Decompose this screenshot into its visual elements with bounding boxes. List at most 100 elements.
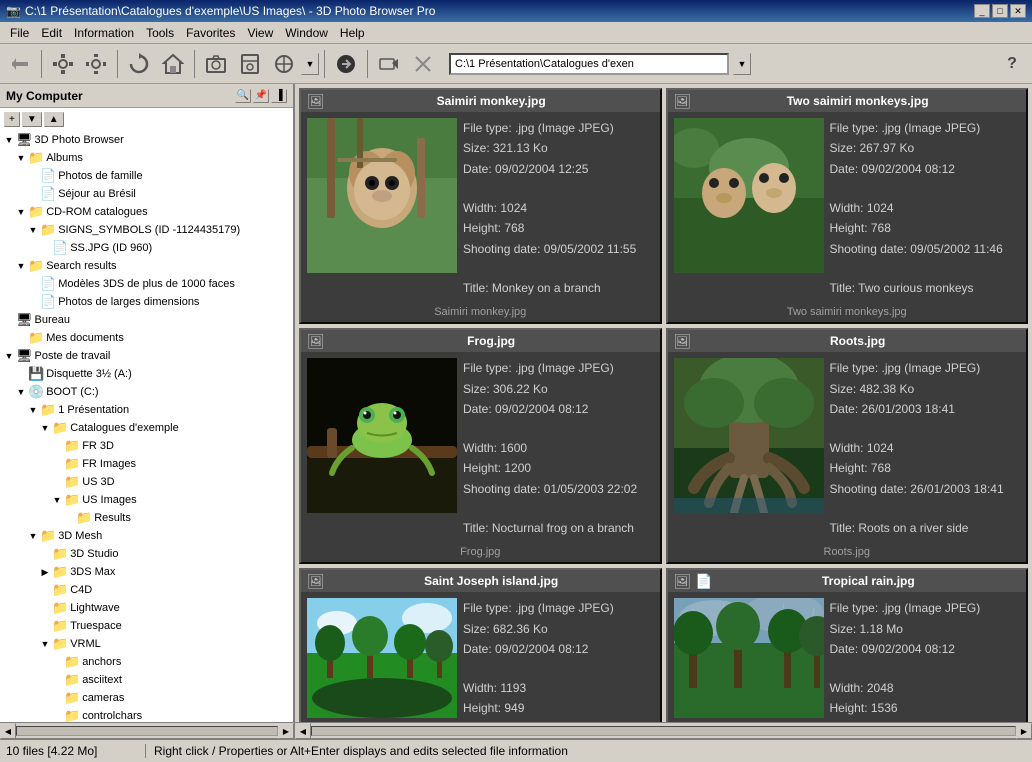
tree-item-c4d[interactable]: 📁 C4D bbox=[2, 581, 291, 599]
tree-item-search[interactable]: ▼ 📁 Search results bbox=[2, 257, 291, 275]
gallery-scroll-wrap[interactable]: 🖼 Saimiri monkey.jpg bbox=[295, 84, 1032, 722]
menu-tools[interactable]: Tools bbox=[140, 24, 180, 42]
menu-help[interactable]: Help bbox=[334, 24, 371, 42]
gallery-card-5[interactable]: 🖼 Saint Joseph island.jpg bbox=[299, 568, 662, 722]
tree-toggle-3dmesh[interactable]: ▼ bbox=[28, 531, 38, 541]
tree-item-disquette[interactable]: 💾 Disquette 3½ (A:) bbox=[2, 365, 291, 383]
tree-item-sejour[interactable]: 📄 Séjour au Brésil bbox=[2, 185, 291, 203]
tree-item-ss[interactable]: 📄 SS.JPG (ID 960) bbox=[2, 239, 291, 257]
tree-item-signs[interactable]: ▼ 📁 SIGNS_SYMBOLS (ID -1124435179) bbox=[2, 221, 291, 239]
h-scroll-right-btn1[interactable]: ▶ bbox=[278, 723, 294, 739]
tree-toggle-boot[interactable]: ▼ bbox=[16, 387, 26, 397]
toolbar-home-button[interactable] bbox=[157, 48, 189, 80]
tree-toggle-us-images[interactable]: ▼ bbox=[52, 495, 62, 505]
toolbar-settings2-button[interactable] bbox=[80, 48, 112, 80]
tree-item-catalogues[interactable]: ▼ 📁 Catalogues d'exemple bbox=[2, 419, 291, 437]
tree-item-mes-docs[interactable]: 📁 Mes documents bbox=[2, 329, 291, 347]
gallery-card-4[interactable]: 🖼 Roots.jpg bbox=[666, 328, 1029, 564]
toolbar-settings-button[interactable] bbox=[47, 48, 79, 80]
card-5-title: Saint Joseph island.jpg bbox=[329, 574, 654, 588]
menu-window[interactable]: Window bbox=[279, 24, 334, 42]
tree-item-modeles[interactable]: 📄 Modèles 3DS de plus de 1000 faces bbox=[2, 275, 291, 293]
toolbar-process-button[interactable] bbox=[330, 48, 362, 80]
tree-item-3dstudio[interactable]: 📁 3D Studio bbox=[2, 545, 291, 563]
gallery-card-3[interactable]: 🖼 Frog.jpg bbox=[299, 328, 662, 564]
h-scroll-right-btn2[interactable]: ◀ bbox=[295, 723, 311, 739]
tree-item-us-images[interactable]: ▼ 📁 US Images bbox=[2, 491, 291, 509]
toolbar-scan-button[interactable] bbox=[234, 48, 266, 80]
menu-favorites[interactable]: Favorites bbox=[180, 24, 241, 42]
toolbar-extra-dropdown[interactable]: ▼ bbox=[301, 53, 319, 75]
tree-toggle-poste[interactable]: ▼ bbox=[4, 351, 14, 361]
tree-item-3dmesh[interactable]: ▼ 📁 3D Mesh bbox=[2, 527, 291, 545]
tree-item-bureau[interactable]: 🖥 Bureau bbox=[2, 311, 291, 329]
card-3-height: Height: 1200 bbox=[463, 458, 637, 478]
tree-item-truespace[interactable]: 📁 Truespace bbox=[2, 617, 291, 635]
tree-container[interactable]: + ▼ ▲ ▼ 🖥 3D Photo Browser ▼ 📁 Albums bbox=[0, 108, 293, 722]
tree-collapse-button[interactable]: ▲ bbox=[44, 112, 64, 127]
tree-new-button[interactable]: + bbox=[4, 112, 20, 127]
tree-item-photos-famille[interactable]: 📄 Photos de famille bbox=[2, 167, 291, 185]
toolbar-share-button[interactable] bbox=[373, 48, 405, 80]
tree-item-controlchars[interactable]: 📁 controlchars bbox=[2, 707, 291, 722]
tree-item-fr3d[interactable]: 📁 FR 3D bbox=[2, 437, 291, 455]
tree-item-boot[interactable]: ▼ 💿 BOOT (C:) bbox=[2, 383, 291, 401]
toolbar-back-button[interactable] bbox=[4, 48, 36, 80]
toolbar-extra-button[interactable] bbox=[268, 48, 300, 80]
toolbar-camera-button[interactable] bbox=[200, 48, 232, 80]
tree-toggle-3dsmax[interactable]: ▶ bbox=[40, 567, 50, 578]
tree-toggle-1pres[interactable]: ▼ bbox=[28, 405, 38, 415]
tree-expand-button[interactable]: ▼ bbox=[22, 112, 42, 127]
h-scroll-right[interactable]: ◀ ▶ bbox=[295, 723, 1032, 738]
tree-item-results[interactable]: 📁 Results bbox=[2, 509, 291, 527]
tree-toggle-cdrom[interactable]: ▼ bbox=[16, 207, 26, 217]
h-scroll-left-btn[interactable]: ◀ bbox=[0, 723, 16, 739]
tree-item-asciitext[interactable]: 📁 asciitext bbox=[2, 671, 291, 689]
menu-information[interactable]: Information bbox=[68, 24, 140, 42]
panel-minimize-button[interactable]: ▐ bbox=[271, 89, 287, 103]
close-button[interactable]: ✕ bbox=[1010, 4, 1026, 18]
tree-toggle-search[interactable]: ▼ bbox=[16, 261, 26, 271]
tree-item-poste[interactable]: ▼ 🖥 Poste de travail bbox=[2, 347, 291, 365]
minimize-button[interactable]: _ bbox=[974, 4, 990, 18]
status-bar: 10 files [4.22 Mo] Right click / Propert… bbox=[0, 738, 1032, 762]
tree-item-photos-larges[interactable]: 📄 Photos de larges dimensions bbox=[2, 293, 291, 311]
tree-toggle-albums[interactable]: ▼ bbox=[16, 153, 26, 163]
title-bar-controls[interactable]: _ □ ✕ bbox=[974, 4, 1026, 18]
toolbar-help-button[interactable]: ? bbox=[996, 48, 1028, 80]
folder-icon-cdrom: 📁 bbox=[28, 204, 44, 220]
tree-item-lightwave[interactable]: 📁 Lightwave bbox=[2, 599, 291, 617]
tree-item-vrml[interactable]: ▼ 📁 VRML bbox=[2, 635, 291, 653]
path-dropdown-button[interactable]: ▼ bbox=[733, 53, 751, 75]
menu-edit[interactable]: Edit bbox=[35, 24, 68, 42]
tree-item-3dsmax[interactable]: ▶ 📁 3DS Max bbox=[2, 563, 291, 581]
h-scroll-left[interactable]: ◀ ▶ bbox=[0, 723, 295, 738]
tree-item-cameras[interactable]: 📁 cameras bbox=[2, 689, 291, 707]
tree-item-us3d[interactable]: 📁 US 3D bbox=[2, 473, 291, 491]
tree-item-albums[interactable]: ▼ 📁 Albums bbox=[2, 149, 291, 167]
tree-item-cdrom[interactable]: ▼ 📁 CD-ROM catalogues bbox=[2, 203, 291, 221]
toolbar-refresh-button[interactable] bbox=[123, 48, 155, 80]
tree-toggle-signs[interactable]: ▼ bbox=[28, 225, 38, 235]
tree-toggle-vrml[interactable]: ▼ bbox=[40, 639, 50, 649]
maximize-button[interactable]: □ bbox=[992, 4, 1008, 18]
card-4-thumbnail bbox=[674, 358, 824, 513]
menu-view[interactable]: View bbox=[241, 24, 279, 42]
doc-icon-ss: 📄 bbox=[52, 240, 68, 256]
tree-toggle-catalogues[interactable]: ▼ bbox=[40, 423, 50, 433]
path-input[interactable] bbox=[449, 53, 729, 75]
h-scroll-right-btn3[interactable]: ▶ bbox=[1016, 723, 1032, 739]
gallery-card-6[interactable]: 🖼 📄 Tropical rain.jpg bbox=[666, 568, 1029, 722]
tree-item-1pres[interactable]: ▼ 📁 1 Présentation bbox=[2, 401, 291, 419]
tree-item-3dpb[interactable]: ▼ 🖥 3D Photo Browser bbox=[2, 131, 291, 149]
panel-pin-button[interactable]: 📌 bbox=[253, 89, 269, 103]
tree-item-anchors[interactable]: 📁 anchors bbox=[2, 653, 291, 671]
menu-file[interactable]: File bbox=[4, 24, 35, 42]
tree-toggle-3dpb[interactable]: ▼ bbox=[4, 135, 14, 145]
toolbar-stop-button[interactable] bbox=[407, 48, 439, 80]
gallery-card-1[interactable]: 🖼 Saimiri monkey.jpg bbox=[299, 88, 662, 324]
panel-search-button[interactable]: 🔍 bbox=[235, 89, 251, 103]
gallery-card-2[interactable]: 🖼 Two saimiri monkeys.jpg bbox=[666, 88, 1029, 324]
card-5-height: Height: 949 bbox=[463, 698, 614, 718]
tree-item-fr-images[interactable]: 📁 FR Images bbox=[2, 455, 291, 473]
